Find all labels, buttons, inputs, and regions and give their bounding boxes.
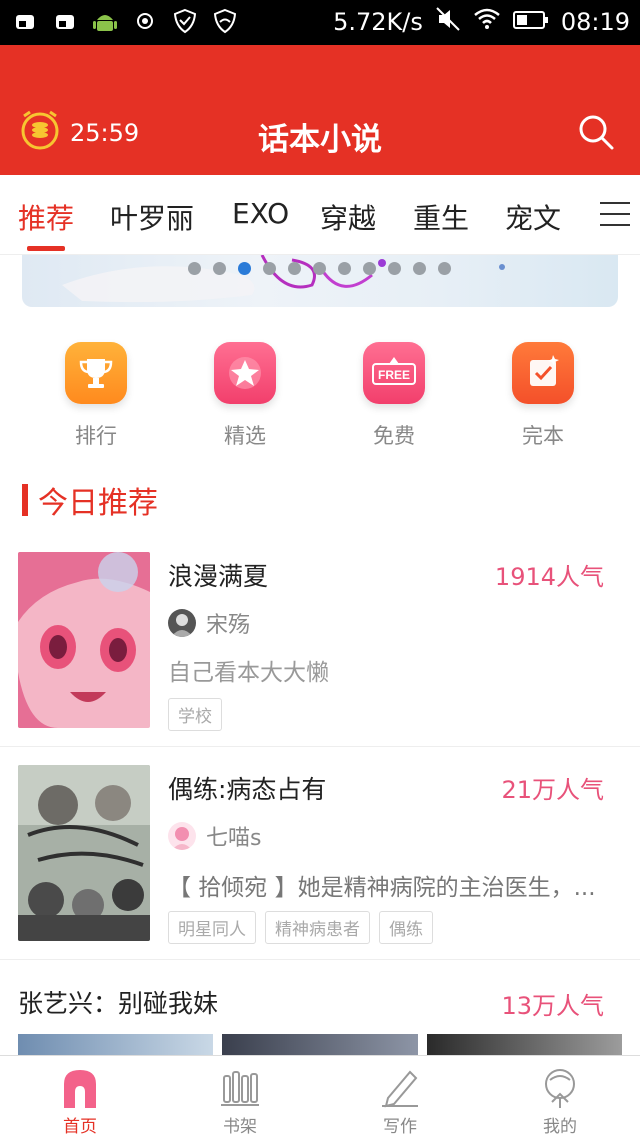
carousel-indicator (188, 262, 451, 275)
author-name: 七喵s (206, 826, 262, 851)
nav-profile[interactable]: 我的 (520, 1066, 600, 1137)
nav-home[interactable]: 首页 (40, 1066, 120, 1137)
app-title: 话本小说 (258, 122, 382, 158)
book-author[interactable]: 宋殇 (168, 607, 250, 639)
entry-label: 免费 (373, 424, 415, 448)
book-tag[interactable]: 偶练 (379, 911, 433, 944)
author-name: 宋殇 (206, 613, 251, 638)
entry-label: 完本 (522, 424, 564, 448)
book-tag[interactable]: 明星同人 (168, 911, 256, 944)
book-description: 【 拾倾宛 】她是精神病院的主治医生，... (168, 875, 596, 901)
search-button[interactable] (576, 112, 616, 152)
bottom-navigation: 首页 书架 写作 我的 (0, 1055, 640, 1138)
nav-write[interactable]: 写作 (360, 1066, 440, 1137)
book-popularity: 13万人气 (501, 992, 604, 1020)
category-tabs: 推荐 叶罗丽 EXO 穿越 重生 宠文 (0, 175, 640, 255)
nav-label: 写作 (383, 1117, 417, 1137)
android-icon (92, 8, 118, 34)
book-item[interactable]: 浪漫满夏 1914人气 宋殇 自己看本大大懒 学校 (0, 535, 640, 747)
free-icon: FREE (363, 342, 425, 404)
profile-icon (540, 1066, 580, 1108)
author-avatar (168, 822, 196, 850)
book-title: 浪漫满夏 (168, 562, 269, 591)
menu-icon (600, 202, 630, 226)
tab-time-travel[interactable]: 穿越 (320, 197, 376, 237)
section-marker (22, 484, 28, 516)
entry-completed[interactable]: 完本 (493, 342, 593, 450)
entry-label: 排行 (75, 424, 117, 448)
lock-notification-icon (52, 8, 78, 34)
carousel-dot[interactable] (313, 262, 326, 275)
free-icon-text: FREE (378, 368, 410, 382)
network-speed: 5.72K/s (333, 8, 423, 36)
bookshelf-icon (220, 1066, 260, 1108)
book-thumbnail[interactable] (426, 1034, 622, 1056)
carousel-dot[interactable] (438, 262, 451, 275)
entry-ranking[interactable]: 排行 (46, 342, 146, 450)
security-shield-icon (212, 8, 238, 34)
search-icon (579, 115, 614, 150)
carousel-dot-active[interactable] (238, 262, 251, 275)
tab-exo[interactable]: EXO (232, 197, 289, 230)
clock: 08:19 (560, 8, 630, 36)
book-thumbnail[interactable] (222, 1034, 418, 1056)
pen-icon (380, 1066, 420, 1108)
quick-entries: 排行 精选 FREE 免费 完本 (0, 342, 640, 452)
battery-icon (512, 8, 549, 36)
author-avatar (168, 609, 196, 637)
shield-icon (172, 8, 198, 34)
carousel-dot[interactable] (388, 262, 401, 275)
carousel-dot[interactable] (188, 262, 201, 275)
carousel-dot[interactable] (413, 262, 426, 275)
tab-romance[interactable]: 宠文 (505, 197, 561, 237)
entry-label: 精选 (224, 424, 266, 448)
nav-label: 我的 (543, 1117, 577, 1137)
book-cover (18, 552, 150, 728)
nav-label: 首页 (63, 1117, 97, 1137)
entry-free[interactable]: FREE 免费 (344, 342, 444, 450)
home-icon (60, 1066, 100, 1108)
category-menu-button[interactable] (600, 200, 630, 228)
carousel-dot[interactable] (288, 262, 301, 275)
tab-rebirth[interactable]: 重生 (413, 197, 469, 237)
tab-recommend[interactable]: 推荐 (18, 197, 74, 237)
book-tag[interactable]: 精神病患者 (265, 911, 370, 944)
nav-bookshelf[interactable]: 书架 (200, 1066, 280, 1137)
carousel-dot[interactable] (363, 262, 376, 275)
book-tags: 明星同人 精神病患者 偶练 (168, 911, 433, 944)
book-tag[interactable]: 学校 (168, 698, 222, 731)
wifi-icon (473, 7, 501, 37)
book-popularity: 21万人气 (501, 776, 604, 804)
nav-label: 书架 (223, 1117, 257, 1137)
book-title: 偶练:病态占有 (168, 775, 327, 804)
book-image-strip (18, 1034, 622, 1056)
book-tags: 学校 (168, 698, 222, 731)
book-cover (18, 765, 150, 941)
section-title: 今日推荐 (38, 486, 158, 521)
section-heading: 今日推荐 (22, 478, 158, 522)
carousel-dot[interactable] (213, 262, 226, 275)
book-popularity: 1914人气 (494, 563, 604, 591)
carousel-dot[interactable] (263, 262, 276, 275)
book-item[interactable]: 偶练:病态占有 21万人气 七喵s 【 拾倾宛 】她是精神病院的主治医生，...… (0, 748, 640, 960)
book-description: 自己看本大大懒 (168, 660, 329, 686)
status-bar: 5.72K/s 08:19 (0, 0, 640, 45)
mute-icon (435, 6, 461, 38)
star-icon (214, 342, 276, 404)
book-thumbnail[interactable] (18, 1034, 214, 1056)
trophy-icon (65, 342, 127, 404)
active-tab-indicator (27, 246, 65, 251)
tab-yeluoli[interactable]: 叶罗丽 (110, 197, 194, 237)
carousel-dot[interactable] (338, 262, 351, 275)
book-author[interactable]: 七喵s (168, 820, 261, 852)
location-icon (132, 8, 158, 34)
book-title[interactable]: 张艺兴：别碰我妹 (18, 984, 218, 1020)
check-icon (512, 342, 574, 404)
entry-featured[interactable]: 精选 (195, 342, 295, 450)
lock-notification-icon (12, 8, 38, 34)
